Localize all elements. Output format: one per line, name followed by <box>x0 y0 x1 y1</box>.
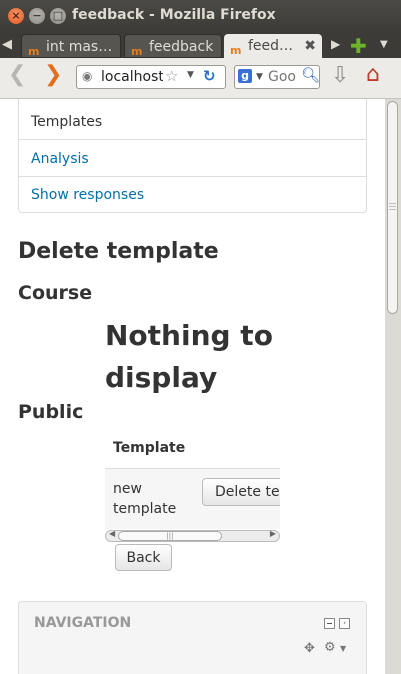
vertical-scroll-thumb[interactable]: ― ― ― <box>387 101 398 314</box>
new-tab-plus-icon[interactable]: ✚ <box>350 34 367 58</box>
moodle-favicon-icon: m <box>28 45 40 58</box>
url-history-chevron-down-icon[interactable]: ▼ <box>187 70 194 80</box>
horizontal-scroll-thumb[interactable]: ||| <box>118 531 222 541</box>
tab-label: feedback <box>149 39 214 55</box>
menu-item-analysis[interactable]: Analysis <box>19 140 366 177</box>
download-arrow-icon[interactable]: ⇩ <box>331 63 349 88</box>
minimize-block-icon[interactable] <box>324 618 335 629</box>
globe-icon: ◉ <box>82 69 93 83</box>
navigation-block: NAVIGATION ‹ ✥ ⚙ ▼ <box>18 601 367 674</box>
menu-item-templates: Templates <box>19 103 366 140</box>
tab-feed-active[interactable]: m feed… ✖ <box>224 34 322 58</box>
moodle-favicon-icon: m <box>131 45 143 58</box>
url-input[interactable] <box>101 68 163 86</box>
scroll-left-arrow-icon[interactable]: ◀ <box>109 529 115 538</box>
bookmark-star-icon[interactable]: ☆ <box>165 67 178 85</box>
back-arrow-icon[interactable]: ❮ <box>8 62 26 87</box>
tab-list-chevron-down-icon[interactable]: ▼ <box>380 39 388 50</box>
tab-scroll-right-icon[interactable]: ▶ <box>331 37 340 51</box>
search-bar[interactable]: g ▼ 🔍︎ <box>234 65 320 89</box>
tab-label: feed… <box>248 38 294 54</box>
tab-close-icon[interactable]: ✖ <box>304 34 316 58</box>
tab-scroll-left-icon[interactable]: ◀ <box>2 37 12 52</box>
home-icon[interactable]: ⌂ <box>366 62 380 87</box>
back-button[interactable]: Back <box>115 544 172 571</box>
page-title: Delete template <box>18 239 219 264</box>
template-name-cell: new template <box>113 481 177 517</box>
reload-icon[interactable]: ↻ <box>203 67 216 85</box>
navigation-block-title: NAVIGATION <box>34 615 132 631</box>
window-title: feedback - Mozilla Firefox <box>72 7 276 23</box>
templates-table: Template new template Delete template <box>105 430 280 530</box>
tab-feedback[interactable]: m feedback <box>124 34 222 58</box>
tab-label: int mas… <box>46 39 113 55</box>
search-input[interactable] <box>268 68 302 86</box>
page-content: Templates Analysis Show responses Delete… <box>0 99 385 674</box>
window-maximize-button[interactable]: □ <box>50 8 66 24</box>
move-icon[interactable]: ✥ <box>304 641 315 656</box>
delete-template-button[interactable]: Delete template <box>202 478 280 506</box>
table-horizontal-scrollbar[interactable]: ◀ ||| ▶ <box>105 529 280 542</box>
gear-icon[interactable]: ⚙ <box>324 640 336 655</box>
public-heading: Public <box>18 401 84 423</box>
window-minimize-button[interactable]: − <box>29 8 45 24</box>
menu-item-show-responses[interactable]: Show responses <box>19 176 366 213</box>
dock-block-icon[interactable]: ‹ <box>339 618 350 629</box>
moodle-favicon-icon: m <box>230 44 242 57</box>
forward-arrow-icon[interactable]: ❯ <box>44 62 62 87</box>
scroll-right-arrow-icon[interactable]: ▶ <box>270 529 276 538</box>
google-engine-icon[interactable]: g <box>238 69 252 83</box>
table-header-template: Template <box>113 440 186 456</box>
tab-int-mas[interactable]: m int mas… <box>21 34 121 58</box>
search-icon[interactable]: 🔍︎ <box>301 66 320 84</box>
actions-chevron-down-icon[interactable]: ▼ <box>340 644 346 653</box>
nothing-to-display-text: Nothing to display <box>105 319 273 394</box>
search-engine-chevron-down-icon[interactable]: ▼ <box>256 72 263 82</box>
course-heading: Course <box>18 282 93 304</box>
url-bar[interactable]: ◉ ☆ ▼ ↻ <box>76 65 226 89</box>
window-close-button[interactable]: × <box>8 8 24 24</box>
feedback-menu-block: Templates Analysis Show responses <box>18 99 367 213</box>
